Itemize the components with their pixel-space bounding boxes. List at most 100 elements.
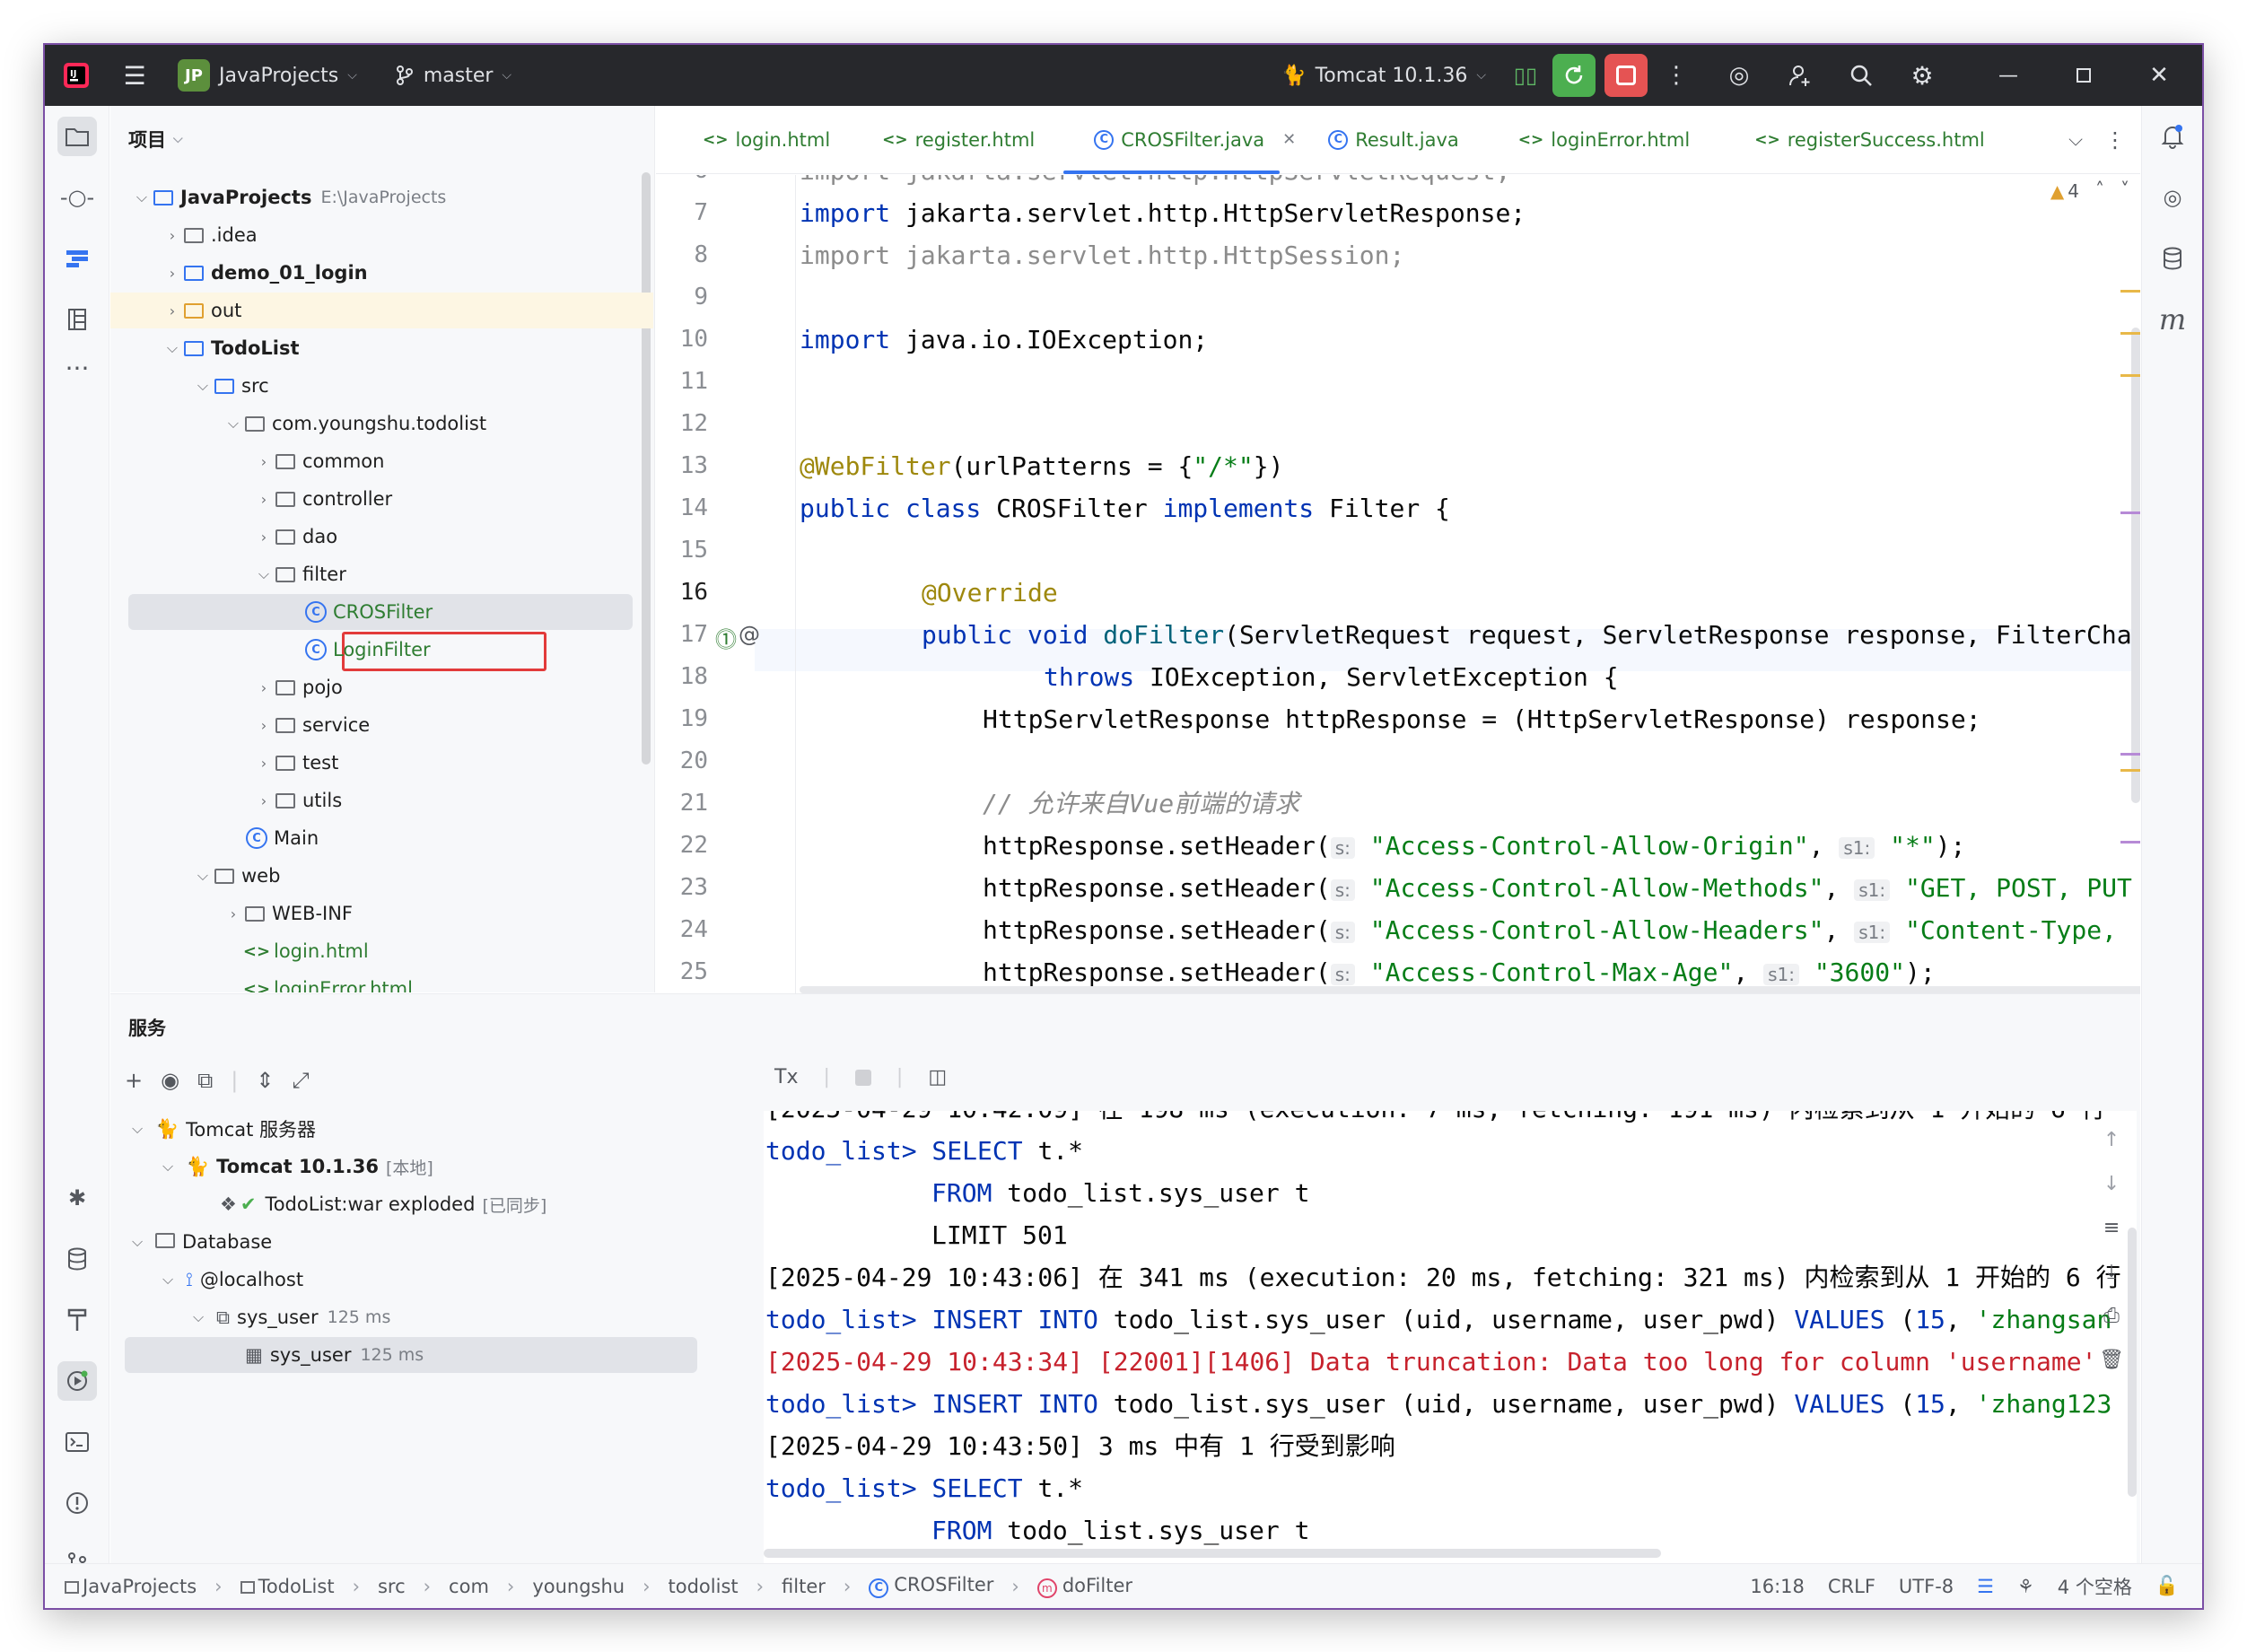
inspection-widget[interactable]: ▲ 4	[2050, 180, 2079, 202]
expand-all-icon[interactable]: ⇕	[256, 1068, 274, 1093]
breadcrumb-item[interactable]: src	[378, 1576, 406, 1597]
structure-icon[interactable]	[57, 239, 97, 278]
project-scrollbar[interactable]	[642, 172, 651, 765]
tabs-dropdown-icon[interactable]: ⌵	[2056, 106, 2095, 174]
tree-item-todolist[interactable]: ⌵ TodoList	[110, 330, 635, 366]
database-icon[interactable]	[57, 1239, 97, 1279]
editor-hscrollbar[interactable]	[800, 986, 2140, 993]
tree-item-main[interactable]: C Main	[110, 820, 635, 856]
annotation-icon[interactable]: @	[739, 622, 760, 647]
project-selector[interactable]: JP JavaProjects ⌵	[178, 45, 357, 106]
breadcrumb-item[interactable]: com	[449, 1576, 489, 1597]
project-panel-header[interactable]: 项目 ⌵	[128, 126, 183, 153]
breadcrumb-item[interactable]: filter	[782, 1576, 826, 1597]
next-highlight-icon[interactable]: ˅	[2120, 179, 2129, 200]
tree-item-test[interactable]: › test	[110, 745, 635, 781]
settings-gear-icon[interactable]: ⚙	[1901, 54, 1944, 97]
maven-icon[interactable]: m	[2153, 300, 2192, 339]
code-editor[interactable]: 6 7 8 9 10 11 12 13 14 15 16 17 18 19 20…	[656, 175, 2140, 993]
transaction-mode[interactable]: Tx	[774, 1066, 798, 1088]
print-icon[interactable]: ⎙	[2103, 1305, 2120, 1327]
file-encoding[interactable]: UTF-8	[1899, 1576, 1954, 1597]
collapse-all-icon[interactable]: ⤢	[292, 1068, 309, 1093]
stop-button[interactable]	[1604, 54, 1648, 97]
line-separator[interactable]: CRLF	[1828, 1576, 1875, 1597]
tree-item-javaprojects[interactable]: ⌵ JavaProjects E:\JavaProjects	[110, 179, 635, 215]
implements-method-icon[interactable]: ⓵	[715, 622, 737, 653]
update-app-button[interactable]	[1552, 54, 1596, 97]
tree-item-loginerror-html[interactable]: <> loginError.html	[110, 971, 635, 992]
more-actions-icon[interactable]: ⋮	[1655, 54, 1698, 97]
breadcrumb-item[interactable]: todolist	[669, 1576, 739, 1597]
tree-item-web[interactable]: ⌵ web	[110, 858, 635, 894]
add-user-icon[interactable]	[1779, 54, 1822, 97]
tree-item-tomcat-server[interactable]: ⌵ 🐈 Tomcat 服务器	[132, 1111, 316, 1147]
terminal-icon[interactable]	[57, 1422, 97, 1462]
tab-login-html[interactable]: <> login.html	[656, 106, 850, 174]
pause-icon[interactable]: ▯▯	[1504, 54, 1547, 97]
scroll-up-icon[interactable]: ↑	[2103, 1129, 2120, 1151]
tree-item-controller[interactable]: › controller	[110, 481, 635, 517]
more-tools-icon[interactable]: ···	[57, 348, 97, 388]
tree-item-artifact[interactable]: ❖ ✔ TodoList:war exploded [已同步]	[220, 1186, 546, 1222]
structure-icon[interactable]: ☰	[1977, 1576, 1994, 1597]
tree-item-loginfilter[interactable]: C LoginFilter	[110, 632, 635, 668]
run-config-selector[interactable]: 🐈 Tomcat 10.1.36 ⌵	[1281, 45, 1486, 106]
bookmarks-icon[interactable]	[57, 300, 97, 339]
query-console-output[interactable]: [2025-04-29 10:42:09] 在 198 ms (executio…	[764, 1111, 2137, 1608]
tree-item-pojo[interactable]: › pojo	[110, 669, 635, 705]
tree-item-crosfilter[interactable]: C CROSFilter	[128, 594, 633, 630]
inspection-profile-icon[interactable]: ⚘	[2017, 1576, 2034, 1597]
tree-item-tomcat-instance[interactable]: ⌵ 🐈 Tomcat 10.1.36 [本地]	[162, 1149, 433, 1184]
tree-item-package[interactable]: ⌵ com.youngshu.todolist	[110, 406, 635, 441]
eye-icon[interactable]: ◉	[161, 1068, 179, 1093]
tree-item-sys-user-table[interactable]: ▦ sys_user 125 ms	[125, 1337, 697, 1373]
tree-item-common[interactable]: › common	[110, 443, 635, 479]
tree-item-login-html[interactable]: <> login.html	[110, 933, 635, 969]
breadcrumb-item[interactable]: youngshu	[532, 1576, 625, 1597]
layout-icon[interactable]: ◫	[928, 1066, 947, 1088]
scroll-down-icon[interactable]: ↓	[2103, 1173, 2120, 1195]
console-vscrollbar[interactable]	[2128, 1228, 2137, 1497]
breadcrumb-item[interactable]: JavaProjects	[65, 1576, 197, 1597]
close-icon[interactable]: ✕	[2138, 54, 2181, 97]
soft-wrap-icon[interactable]: ≡	[2103, 1217, 2120, 1239]
close-tab-icon[interactable]: ✕	[1282, 130, 1296, 149]
database-icon[interactable]	[2153, 239, 2192, 278]
tree-item-sys-user-session[interactable]: ⌵ ⧉ sys_user 125 ms	[193, 1299, 390, 1335]
tree-item-database[interactable]: ⌵ Database	[132, 1224, 272, 1260]
debug-bug-icon[interactable]: ✱	[57, 1178, 97, 1218]
caret-position[interactable]: 16:18	[1750, 1576, 1805, 1597]
tab-crosfilter-java[interactable]: C CROSFilter.java ✕	[1054, 106, 1316, 174]
clear-trash-icon[interactable]: 🗑	[2099, 1349, 2124, 1371]
tree-item-web-inf[interactable]: › WEB-INF	[110, 896, 635, 931]
stop-query-icon[interactable]	[854, 1069, 871, 1086]
new-tab-icon[interactable]: ⧉	[197, 1068, 213, 1093]
editor-scrollbar[interactable]	[2131, 328, 2140, 803]
breadcrumb-item[interactable]: C CROSFilter	[869, 1574, 993, 1598]
tree-item-dao[interactable]: › dao	[110, 519, 635, 555]
tab-registersuccess-html[interactable]: <> registerSuccess.html	[1709, 106, 2005, 174]
commit-icon[interactable]: -○-	[57, 178, 97, 217]
tree-item-localhost[interactable]: ⌵ ⟟ @localhost	[162, 1262, 303, 1298]
notifications-bell-icon[interactable]	[2153, 117, 2192, 156]
tree-item-idea[interactable]: › .idea	[110, 217, 635, 253]
breadcrumb-item[interactable]: TodoList	[240, 1576, 335, 1597]
previous-highlight-icon[interactable]: ˄	[2095, 179, 2104, 200]
branch-selector[interactable]: master ⌵	[395, 45, 511, 106]
tab-register-html[interactable]: <> register.html	[850, 106, 1054, 174]
tree-item-filter[interactable]: ⌵ filter	[110, 556, 635, 592]
tabs-more-icon[interactable]: ⋮	[2095, 106, 2140, 174]
indent-setting[interactable]: 4 个空格	[2058, 1573, 2132, 1600]
main-menu-icon[interactable]: ☰	[108, 45, 162, 106]
maximize-icon[interactable]	[2062, 54, 2105, 97]
ai-assistant-icon[interactable]: ◎	[1718, 54, 1761, 97]
console-hscrollbar[interactable]	[764, 1549, 1661, 1558]
minimize-icon[interactable]: —	[1987, 54, 2030, 97]
scroll-to-end-icon[interactable]: ⤓	[2107, 1261, 2116, 1283]
problems-icon[interactable]	[57, 1483, 97, 1523]
breadcrumb-item[interactable]: m doFilter	[1036, 1575, 1132, 1598]
tab-loginerror-html[interactable]: <> loginError.html	[1479, 106, 1709, 174]
tree-item-utils[interactable]: › utils	[110, 782, 635, 818]
tree-item-out[interactable]: › out	[110, 293, 653, 328]
